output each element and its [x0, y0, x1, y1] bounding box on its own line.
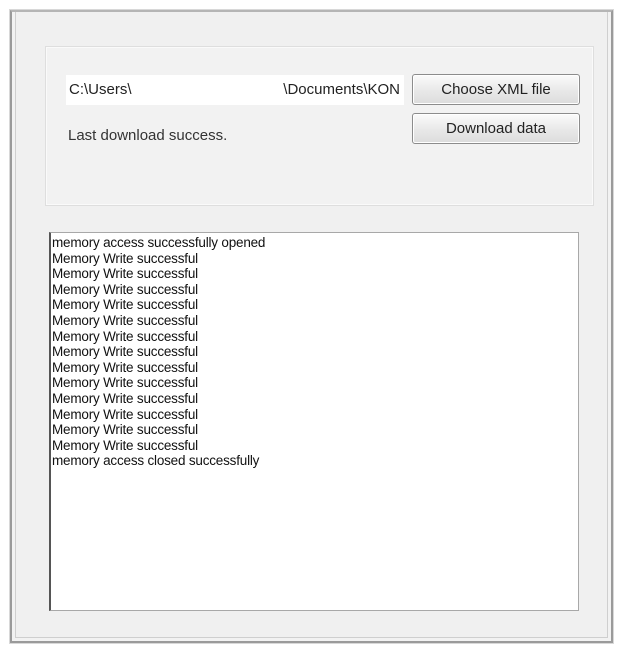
log-line: Memory Write successful [52, 328, 198, 344]
log-line: Memory Write successful [52, 297, 198, 313]
log-line: Memory Write successful [52, 390, 198, 406]
log-line: Memory Write successful [52, 250, 198, 266]
app-window: C:\Users\ \Documents\KON Choose XML file… [10, 10, 613, 643]
choose-xml-file-button[interactable]: Choose XML file [412, 74, 580, 105]
path-prefix: C:\Users\ [69, 81, 132, 98]
xml-path-field[interactable]: C:\Users\ \Documents\KON [66, 75, 404, 105]
log-line: Memory Write successful [52, 312, 198, 328]
log-line: Memory Write successful [52, 266, 198, 282]
log-line: Memory Write successful [52, 344, 198, 360]
log-line: memory access successfully opened [52, 235, 266, 250]
download-data-button[interactable]: Download data [412, 113, 580, 144]
log-line: Memory Write successful [52, 437, 198, 453]
log-line: Memory Write successful [52, 406, 198, 422]
log-line: Memory Write successful [52, 359, 198, 375]
log-line: memory access closed successfully [52, 453, 260, 469]
status-label: Last download success. [68, 127, 228, 144]
window-client-area: C:\Users\ \Documents\KON Choose XML file… [15, 12, 608, 638]
log-line: Memory Write successful [52, 281, 198, 297]
log-textarea[interactable]: memory access successfully opened Memory… [49, 232, 579, 611]
path-suffix: \Documents\KON [283, 81, 400, 98]
file-settings-group: C:\Users\ \Documents\KON Choose XML file… [45, 46, 594, 206]
log-line: Memory Write successful [52, 422, 198, 438]
log-line: Memory Write successful [52, 375, 198, 391]
